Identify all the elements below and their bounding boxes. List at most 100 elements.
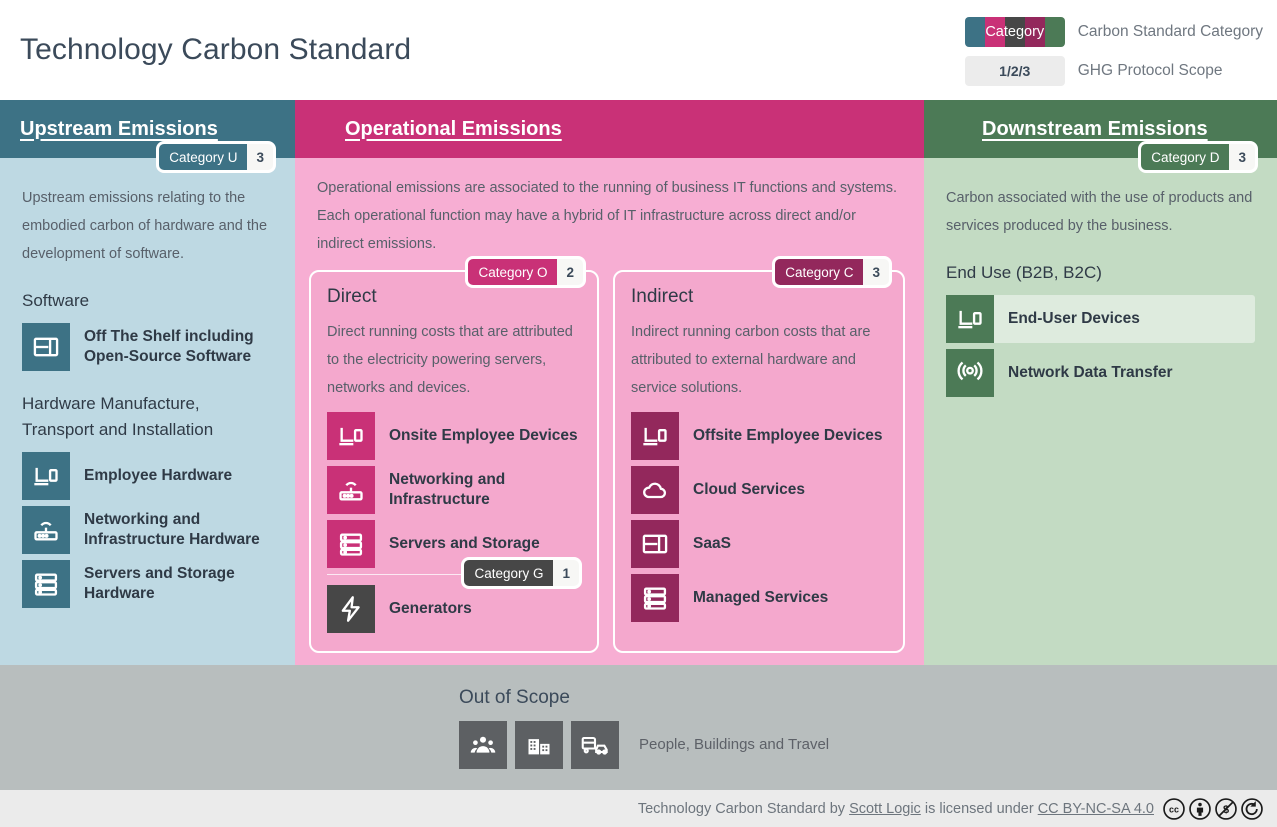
list-item[interactable]: Managed Services xyxy=(631,574,887,622)
list-item-label: Networking and Infrastructure Hardware xyxy=(84,510,273,550)
downstream-badge-row: Category D 3 xyxy=(924,144,1277,170)
panel-direct: Category O 2 Direct Direct running costs… xyxy=(309,270,599,653)
column-operational: Operational Emissions Operational emissi… xyxy=(295,100,924,665)
category-badge-c-count: 3 xyxy=(863,259,889,285)
downstream-group-heading-0: End Use (B2B, B2C) xyxy=(946,260,1255,286)
cloud-icon xyxy=(631,466,679,514)
category-badge-o-name: Category O xyxy=(468,259,557,285)
downstream-description: Carbon associated with the use of produc… xyxy=(946,184,1255,240)
indirect-description: Indirect running carbon costs that are a… xyxy=(631,318,887,402)
upstream-description: Upstream emissions relating to the embod… xyxy=(22,184,273,268)
list-item[interactable]: Onsite Employee Devices xyxy=(327,412,581,460)
list-item[interactable]: Off The Shelf including Open-Source Soft… xyxy=(22,323,273,371)
category-badge-g-count: 1 xyxy=(553,560,579,586)
emissions-columns: Upstream Emissions Category U 3 Upstream… xyxy=(0,100,1277,665)
direct-badge-wrap: Category O 2 xyxy=(468,259,583,285)
list-item-label: Generators xyxy=(389,599,472,619)
travel-icon[interactable] xyxy=(571,721,619,769)
category-badge-o[interactable]: Category O 2 xyxy=(468,259,583,285)
direct-title: Direct xyxy=(327,286,581,308)
list-item[interactable]: Network Data Transfer xyxy=(946,349,1255,397)
column-downstream: Downstream Emissions Category D 3 Carbon… xyxy=(924,100,1277,665)
footer-author-link[interactable]: Scott Logic xyxy=(849,801,921,817)
list-item[interactable]: SaaS xyxy=(631,520,887,568)
category-badge-d-name: Category D xyxy=(1141,144,1229,170)
operational-body: Operational emissions are associated to … xyxy=(295,158,924,258)
category-badge-u-count: 3 xyxy=(247,144,273,170)
list-item[interactable]: Networking and Infrastructure xyxy=(327,466,581,514)
legend-label-scope: GHG Protocol Scope xyxy=(1078,62,1223,80)
category-badge-g-name: Category G xyxy=(464,560,553,586)
downstream-body: Carbon associated with the use of produc… xyxy=(924,170,1277,403)
category-badge-d-count: 3 xyxy=(1229,144,1255,170)
people-icon[interactable] xyxy=(459,721,507,769)
operational-heading[interactable]: Operational Emissions xyxy=(345,118,562,141)
category-badge-c[interactable]: Category C 3 xyxy=(775,259,889,285)
upstream-heading[interactable]: Upstream Emissions xyxy=(20,118,218,141)
list-item[interactable]: End-User Devices xyxy=(946,295,1255,343)
list-item-label: Servers and Storage xyxy=(389,534,540,554)
out-of-scope-label: People, Buildings and Travel xyxy=(639,736,829,753)
indirect-badge-wrap: Category C 3 xyxy=(775,259,889,285)
upstream-group-heading-1: Hardware Manufacture, Transport and Inst… xyxy=(22,391,273,443)
cc-license-icons: cc $ xyxy=(1163,798,1263,820)
list-item[interactable]: Networking and Infrastructure Hardware xyxy=(22,506,273,554)
router-icon xyxy=(327,466,375,514)
operational-header: Operational Emissions xyxy=(295,100,924,158)
app-root: Technology Carbon Standard Category Carb… xyxy=(0,0,1277,827)
upstream-group-heading-0: Software xyxy=(22,288,273,314)
list-item[interactable]: Cloud Services xyxy=(631,466,887,514)
category-badge-u[interactable]: Category U 3 xyxy=(159,144,273,170)
server-icon xyxy=(22,560,70,608)
category-badge-o-count: 2 xyxy=(557,259,583,285)
out-of-scope-title: Out of Scope xyxy=(459,687,1277,709)
list-item-label: Cloud Services xyxy=(693,480,805,500)
page-title: Technology Carbon Standard xyxy=(20,33,411,67)
footer-prefix: Technology Carbon Standard by xyxy=(638,801,849,817)
cc-sa-icon[interactable] xyxy=(1241,798,1263,820)
list-item[interactable]: Generators xyxy=(327,585,581,633)
panel-indirect: Category C 3 Indirect Indirect running c… xyxy=(613,270,905,653)
category-badge-g[interactable]: Category G 1 xyxy=(464,560,579,586)
list-item[interactable]: Employee Hardware xyxy=(22,452,273,500)
indirect-title: Indirect xyxy=(631,286,887,308)
cc-nc-icon[interactable]: $ xyxy=(1215,798,1237,820)
out-of-scope-row: People, Buildings and Travel xyxy=(459,721,1277,769)
legend-badge-text: Category xyxy=(965,17,1065,47)
legend-label-category: Carbon Standard Category xyxy=(1078,23,1263,41)
category-color-swatch: Category xyxy=(965,17,1065,47)
upstream-body: Upstream emissions relating to the embod… xyxy=(0,170,295,614)
devices-icon xyxy=(946,295,994,343)
list-item[interactable]: Servers and Storage Hardware xyxy=(22,560,273,608)
antenna-icon xyxy=(946,349,994,397)
footer: Technology Carbon Standard by Scott Logi… xyxy=(0,790,1277,827)
top-bar: Technology Carbon Standard Category Carb… xyxy=(0,0,1277,100)
server-icon xyxy=(631,574,679,622)
category-badge-u-name: Category U xyxy=(159,144,247,170)
downstream-heading[interactable]: Downstream Emissions xyxy=(982,118,1208,141)
svg-text:cc: cc xyxy=(1169,804,1179,814)
list-item-label: SaaS xyxy=(693,534,731,554)
server-icon xyxy=(327,520,375,568)
scope-badge: 1/2/3 xyxy=(965,56,1065,86)
legend-row-scope: 1/2/3 GHG Protocol Scope xyxy=(965,56,1263,86)
list-item-label: End-User Devices xyxy=(1008,309,1140,329)
legend-row-category: Category Carbon Standard Category xyxy=(965,17,1263,47)
generators-section: Category G 1 Generators xyxy=(327,574,581,633)
building-icon[interactable] xyxy=(515,721,563,769)
list-item-label: Networking and Infrastructure xyxy=(389,470,581,510)
list-item-label: Network Data Transfer xyxy=(1008,363,1173,383)
direct-description: Direct running costs that are attributed… xyxy=(327,318,581,402)
operational-subpanels: Category O 2 Direct Direct running costs… xyxy=(295,270,924,653)
generators-badge-wrap: Category G 1 xyxy=(464,560,579,586)
category-badge-d[interactable]: Category D 3 xyxy=(1141,144,1255,170)
list-item[interactable]: Offsite Employee Devices xyxy=(631,412,887,460)
cc-by-icon[interactable] xyxy=(1189,798,1211,820)
list-item-label: Onsite Employee Devices xyxy=(389,426,578,446)
operational-description: Operational emissions are associated to … xyxy=(317,174,902,258)
footer-license-link[interactable]: CC BY-NC-SA 4.0 xyxy=(1038,801,1154,817)
devices-icon xyxy=(22,452,70,500)
list-item-label: Managed Services xyxy=(693,588,828,608)
cc-icon[interactable]: cc xyxy=(1163,798,1185,820)
footer-attribution: Technology Carbon Standard by Scott Logi… xyxy=(638,801,1154,817)
